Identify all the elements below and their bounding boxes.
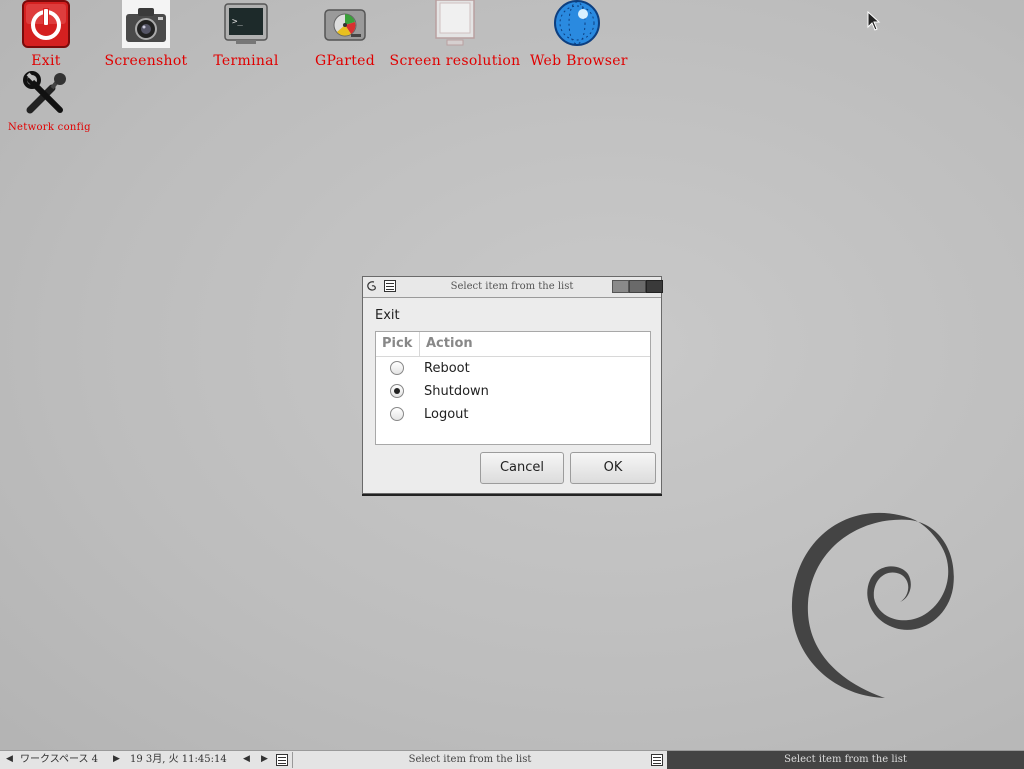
desktop-icon-exit[interactable]: Exit (16, 0, 76, 69)
list-item-label: Reboot (424, 361, 470, 376)
action-list: Pick Action Reboot Shutdown Logout (375, 331, 651, 445)
list-item-label: Logout (424, 407, 469, 422)
desktop-icon-label: Web Browser (530, 53, 628, 69)
column-header-pick[interactable]: Pick (382, 336, 412, 351)
select-item-dialog: Select item from the list Exit Pick Acti… (362, 276, 663, 494)
desktop-icon-screen-resolution[interactable]: Screen resolution (386, 0, 524, 69)
desktop-icon-label: Screenshot (104, 53, 188, 69)
radio-logout[interactable] (390, 407, 404, 421)
desktop-icon-gparted[interactable]: GParted (312, 0, 378, 69)
column-separator (419, 332, 420, 356)
next-workspace-icon[interactable]: ▶ (113, 751, 120, 768)
list-header: Pick Action (376, 332, 650, 357)
radio-shutdown[interactable] (390, 384, 404, 398)
tools-icon (22, 70, 70, 118)
svg-text:>_: >_ (232, 17, 243, 27)
desktop-icon-label: Terminal (213, 53, 279, 69)
task-button-inactive[interactable]: Select item from the list (293, 751, 647, 769)
power-icon (22, 0, 70, 48)
cancel-button[interactable]: Cancel (480, 452, 564, 484)
debian-logo-icon (791, 512, 954, 698)
camera-icon (122, 0, 170, 48)
task-button-active[interactable]: Select item from the list (667, 751, 1024, 769)
task-window-icon[interactable] (651, 754, 663, 766)
ok-button[interactable]: OK (570, 452, 656, 484)
dialog-titlebar[interactable]: Select item from the list (363, 277, 663, 298)
monitor-icon (431, 0, 479, 48)
prev-workspace-icon[interactable]: ◀ (6, 751, 13, 768)
next-task-icon[interactable]: ▶ (261, 751, 268, 768)
taskbar: ◀ ワークスペース 4 ▶ 19 3月, 火 11:45:14 ◀ ▶ Sele… (0, 750, 1024, 769)
disk-icon (321, 0, 369, 48)
desktop-icon-terminal[interactable]: >_ Terminal (206, 0, 286, 69)
list-item-label: Shutdown (424, 384, 489, 399)
task-menu-icon[interactable] (276, 754, 288, 766)
list-item-logout[interactable]: Logout (376, 403, 650, 426)
radio-reboot[interactable] (390, 361, 404, 375)
desktop-icon-network-config[interactable]: Network config (8, 70, 91, 133)
desktop-icon-web-browser[interactable]: Web Browser (530, 0, 628, 69)
maximize-button[interactable] (629, 280, 646, 293)
column-header-action[interactable]: Action (426, 336, 473, 351)
workspace-label[interactable]: ワークスペース 4 (20, 751, 98, 769)
desktop-icon-label: Screen resolution (389, 53, 521, 69)
list-item-reboot[interactable]: Reboot (376, 357, 650, 380)
desktop-icon-label: Network config (8, 122, 91, 133)
minimize-button[interactable] (612, 280, 629, 293)
desktop-icon-label: GParted (315, 53, 375, 69)
mouse-cursor-icon (867, 11, 881, 31)
globe-icon (553, 0, 601, 48)
terminal-icon: >_ (222, 0, 270, 48)
list-item-shutdown[interactable]: Shutdown (376, 380, 650, 403)
desktop-icon-screenshot[interactable]: Screenshot (104, 0, 188, 69)
clock: 19 3月, 火 11:45:14 (130, 754, 227, 765)
close-button[interactable] (646, 280, 663, 293)
prev-task-icon[interactable]: ◀ (243, 751, 250, 768)
desktop-icon-label: Exit (31, 53, 61, 69)
dialog-heading: Exit (375, 308, 400, 323)
